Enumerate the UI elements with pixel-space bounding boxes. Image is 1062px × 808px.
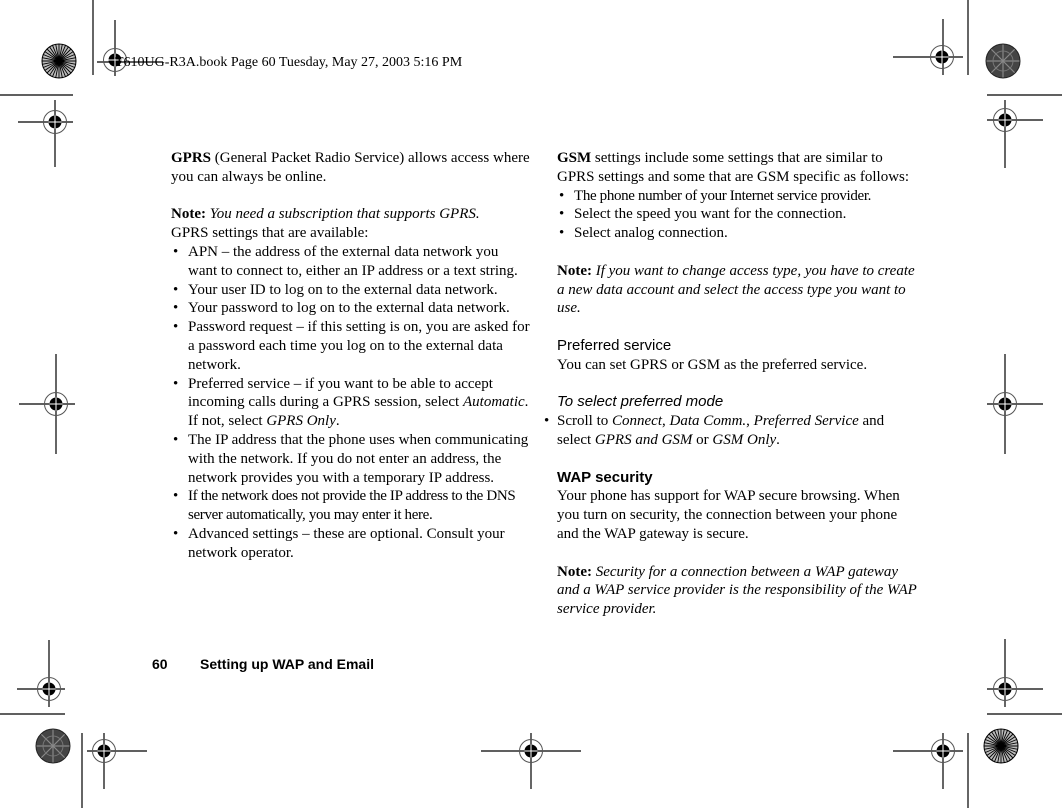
list-item: • The IP address that the phone uses when…	[171, 431, 531, 487]
list-item: • Your password to log on to the external…	[171, 299, 531, 318]
list-item: • Select analog connection.	[557, 224, 917, 243]
registration-mark-right-middle	[987, 354, 1043, 454]
note-text: If you want to change access type, you h…	[557, 262, 915, 317]
list-item-text: Advanced settings – these are optional. …	[188, 525, 505, 561]
step-text: ,	[746, 413, 754, 430]
registration-mark-bottom-center	[481, 733, 581, 789]
print-header: T610UG-R3A.book Page 60 Tuesday, May 27,…	[115, 55, 463, 70]
option-gprs-and-gsm: GPRS and GSM	[594, 431, 693, 448]
option-automatic: Automatic	[462, 394, 525, 411]
list-item: • Password request – if this setting is o…	[171, 318, 531, 374]
list-item-text: The phone number of your Internet servic…	[574, 187, 872, 204]
page-number: 60	[152, 656, 168, 672]
menu-path-connect: Connect	[612, 413, 662, 430]
wap-security-text: Your phone has support for WAP secure br…	[557, 488, 900, 542]
menu-path-data-comm: Data Comm.	[669, 413, 747, 430]
dark-target-icon-top-right	[985, 43, 1021, 79]
note-label: Note:	[171, 206, 206, 223]
registration-mark-left-middle	[19, 354, 75, 454]
procedure-heading: To select preferred mode	[557, 393, 724, 411]
step-text: .	[776, 431, 780, 448]
wap-security-heading: WAP security	[557, 468, 653, 486]
crop-mark-bottom-left	[0, 713, 83, 808]
bullet-icon: •	[559, 225, 565, 242]
menu-path-preferred-service: Preferred Service	[753, 413, 859, 430]
registration-mark-top-right	[893, 19, 963, 75]
gprs-intro: GPRS (General Packet Radio Service) allo…	[171, 149, 531, 187]
access-type-note: Note: If you want to change access type,…	[557, 262, 917, 318]
list-item: • Your user ID to log on to the external …	[171, 281, 531, 300]
step-text: or	[692, 431, 713, 448]
bullet-icon: •	[559, 187, 564, 204]
bullet-icon: •	[173, 300, 179, 317]
option-gsm-only: GSM Only	[712, 431, 777, 448]
gprs-intro-text: (General Packet Radio Service) allows ac…	[171, 150, 530, 185]
list-item: • Select the speed you want for the conne…	[557, 205, 917, 224]
registration-mark-left-bottom	[17, 640, 65, 707]
gsm-term: GSM	[557, 150, 592, 166]
list-item: • If the network does not provide the IP …	[171, 487, 531, 525]
gsm-intro-text: settings include some settings that are …	[557, 150, 910, 185]
preferred-service-text: You can set GPRS or GSM as the preferred…	[557, 356, 868, 373]
bullet-icon: •	[544, 413, 550, 430]
list-item: • The phone number of your Internet servi…	[557, 187, 917, 206]
option-gprs-only: GPRS Only	[266, 413, 336, 430]
list-item-text: If the network does not provide the IP a…	[188, 488, 516, 524]
registration-mark-left-top	[18, 100, 73, 167]
crop-mark-bottom-right	[967, 713, 1062, 808]
gprs-settings-list: • APN – the address of the external data …	[171, 243, 531, 563]
list-item-text: Your password to log on to the external …	[188, 300, 510, 317]
page-footer: 60 Setting up WAP and Email	[152, 656, 374, 672]
list-item-text: The IP address that the phone uses when …	[188, 431, 529, 486]
list-item: • Advanced settings – these are optional.…	[171, 525, 531, 563]
bullet-icon: •	[173, 319, 179, 336]
bullet-icon: •	[173, 488, 178, 505]
registration-mark-bottom-right	[893, 733, 963, 789]
bullet-icon: •	[173, 375, 179, 392]
bullet-icon: •	[559, 206, 565, 223]
registration-mark-right-bottom	[987, 639, 1043, 707]
gprs-settings-intro: GPRS settings that are available:	[171, 225, 369, 242]
procedure-step: • Scroll to Connect, Data Comm., Preferre…	[540, 412, 917, 450]
gsm-settings-list: • The phone number of your Internet servi…	[557, 187, 917, 243]
star-target-icon-top-left	[41, 43, 77, 79]
list-item-text: APN – the address of the external data n…	[188, 243, 518, 279]
preferred-service-heading: Preferred service	[557, 336, 672, 354]
note-label: Note:	[557, 262, 592, 279]
list-item: • Preferred service – if you want to be a…	[171, 375, 531, 431]
step-text: Scroll to	[557, 413, 612, 430]
gsm-intro: GSM settings include some settings that …	[557, 149, 917, 187]
step-text: ,	[662, 413, 670, 430]
right-column: GSM settings include some settings that …	[544, 149, 917, 619]
bullet-icon: •	[173, 431, 179, 448]
crop-mark-top-left	[0, 0, 94, 96]
list-item-text: Select the speed you want for the connec…	[574, 206, 847, 223]
list-item-text: Preferred service – if you want to be ab…	[188, 375, 493, 411]
note-label: Note:	[557, 563, 592, 580]
bullet-icon: •	[173, 281, 179, 298]
list-item-text: .	[335, 413, 340, 430]
note-text: You need a subscription that supports GP…	[209, 206, 480, 223]
gprs-term: GPRS	[171, 150, 212, 166]
gprs-note: Note: You need a subscription that suppo…	[171, 205, 531, 224]
list-item-text: Select analog connection.	[574, 225, 728, 242]
bullet-icon: •	[173, 525, 179, 542]
bullet-icon: •	[173, 243, 179, 260]
registration-mark-bottom-left	[87, 733, 147, 789]
list-item: • APN – the address of the external data …	[171, 243, 531, 281]
crop-mark-top-right	[967, 0, 1062, 96]
registration-mark-right-top	[987, 100, 1043, 168]
section-title: Setting up WAP and Email	[200, 656, 374, 672]
note-text: Security for a connection between a WAP …	[557, 563, 917, 618]
left-column: GPRS (General Packet Radio Service) allo…	[171, 149, 531, 563]
list-item-text: Password request – if this setting is on…	[188, 319, 530, 373]
dark-target-icon-bottom-left	[35, 728, 71, 764]
wap-security-note: Note: Security for a connection between …	[557, 563, 917, 619]
list-item-text: Your user ID to log on to the external d…	[188, 281, 498, 298]
star-target-icon-bottom-right	[983, 728, 1019, 764]
